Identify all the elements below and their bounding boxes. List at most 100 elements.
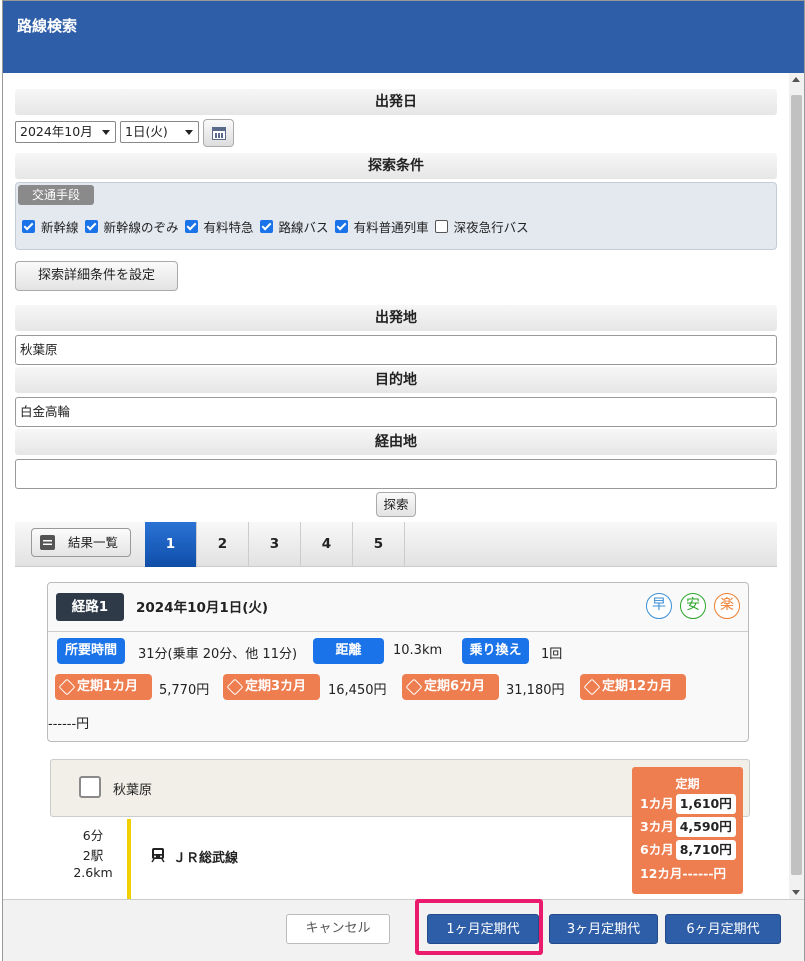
transport-tag: 交通手段 [18, 185, 95, 205]
fast-icon: 早 [646, 593, 672, 619]
via-heading: 経由地 [15, 429, 777, 455]
line-name: ＪＲ総武線 [173, 851, 239, 866]
station-square-icon [79, 776, 101, 798]
highlight-frame [415, 899, 543, 955]
fare-label-text: 定期3カ月 [245, 679, 307, 694]
pass-price: 4,590円 [675, 817, 736, 837]
departure-date-heading: 出発日 [15, 89, 777, 115]
result-tabs: 結果一覧 1 2 3 4 5 [15, 522, 777, 567]
commuter-pass-row: 6カ月 8,710円 [640, 840, 736, 860]
chevron-down-icon [102, 130, 110, 135]
cancel-button[interactable]: キャンセル [286, 914, 390, 944]
checkbox-label: 新幹線のぞみ [103, 220, 179, 235]
ticket-icon [58, 678, 76, 696]
time-value: 31分(乗車 20分、他 11分) [138, 647, 298, 662]
fare-label-text: 定期6カ月 [424, 679, 486, 694]
transfer-value: 1回 [541, 647, 563, 662]
ticket-icon [226, 678, 244, 696]
fare-label-1month: 定期1カ月 [55, 674, 152, 700]
fare-value-6month: 31,180円 [506, 683, 565, 698]
transport-filter-box: 交通手段 新幹線 新幹線のぞみ 有料特急 路線バス 有料普通列車 深夜急行バス [15, 182, 777, 250]
checkbox-bus[interactable] [259, 220, 273, 233]
pass-price: 1,610円 [675, 794, 736, 814]
scroll-down-icon[interactable] [792, 890, 800, 895]
checkbox-label: 新幹線 [41, 220, 79, 235]
search-conditions-heading: 探索条件 [15, 153, 777, 179]
commuter-pass-row: 3カ月 4,590円 [640, 817, 736, 837]
segment-distance: 2.6km [73, 865, 113, 880]
scroll-up-icon[interactable] [792, 77, 800, 82]
six-month-pass-button[interactable]: 6ヶ月定期代 [665, 914, 781, 944]
fare-value-1month: 5,770円 [159, 683, 210, 698]
cheap-icon: 安 [680, 593, 706, 619]
ticket-icon [583, 678, 601, 696]
result-list-label: 結果一覧 [68, 535, 119, 550]
pass-period: 6カ月 [640, 842, 674, 857]
calendar-icon [212, 127, 226, 140]
fare-label-text: 定期12カ月 [602, 679, 673, 694]
pass-price: ------円 [682, 866, 727, 881]
destination-input[interactable]: 白金高輪 [15, 397, 777, 427]
easy-icon: 楽 [714, 593, 740, 619]
tab-1[interactable]: 1 [145, 522, 197, 567]
list-icon [40, 535, 55, 550]
distance-value: 10.3km [393, 643, 443, 658]
checkbox-nozomi[interactable] [84, 220, 98, 233]
calendar-button[interactable] [203, 119, 234, 147]
checkbox-label: 有料特急 [203, 220, 254, 235]
dialog-title: 路線検索 [17, 17, 78, 35]
month-select-value: 2024年10月 [20, 124, 93, 139]
distance-label: 距離 [313, 638, 384, 664]
tab-2[interactable]: 2 [197, 522, 249, 567]
month-select[interactable]: 2024年10月 [15, 121, 116, 143]
checkbox-night-bus[interactable] [434, 220, 448, 233]
via-input[interactable] [15, 459, 777, 489]
transfer-label: 乗り換え [462, 638, 529, 664]
ticket-icon [405, 678, 423, 696]
route-summary-card: 経路1 2024年10月1日(火) 早 安 楽 所要時間 31分(乗車 20分、… [47, 582, 749, 742]
commuter-pass-row: 12カ月------円 [640, 864, 726, 884]
chevron-down-icon [185, 130, 193, 135]
destination-heading: 目的地 [15, 367, 777, 393]
search-button[interactable]: 探索 [376, 492, 416, 517]
pass-period: 3カ月 [640, 819, 674, 834]
day-select[interactable]: 1日(火) [120, 121, 199, 143]
route-search-dialog: 路線検索 出発日 2024年10月 1日(火) 探索条件 交通手段 新幹線 新幹… [2, 0, 805, 961]
dialog-header: 路線検索 [3, 1, 804, 73]
commuter-pass-title: 定期 [675, 777, 700, 791]
line-color-bar [127, 819, 131, 899]
divider [48, 631, 748, 632]
detail-conditions-button[interactable]: 探索詳細条件を設定 [15, 261, 178, 291]
fare-label-3month: 定期3カ月 [223, 674, 320, 700]
origin-input[interactable]: 秋葉原 [15, 335, 777, 365]
commuter-pass-box: 定期 1カ月 1,610円 3カ月 4,590円 6カ月 8,710円 12カ月---… [632, 767, 743, 894]
tab-5[interactable]: 5 [353, 522, 405, 567]
dialog-content[interactable]: 出発日 2024年10月 1日(火) 探索条件 交通手段 新幹線 新幹線のぞみ … [3, 73, 789, 899]
tab-3[interactable]: 3 [249, 522, 301, 567]
segment-minutes: 6分 [82, 828, 104, 843]
fare-label-text: 定期1カ月 [77, 679, 139, 694]
commuter-pass-row: 1カ月 1,610円 [640, 794, 736, 814]
pass-period: 1カ月 [640, 796, 674, 811]
fare-value-3month: 16,450円 [328, 683, 387, 698]
checkbox-paid-local[interactable] [334, 220, 348, 233]
time-label: 所要時間 [57, 638, 125, 664]
fare-label-6month: 定期6カ月 [402, 674, 499, 700]
scrollbar[interactable] [789, 73, 804, 899]
route-date: 2024年10月1日(火) [136, 600, 269, 616]
checkbox-shinkansen[interactable] [22, 220, 35, 233]
scroll-thumb[interactable] [791, 95, 802, 875]
tab-4[interactable]: 4 [301, 522, 353, 567]
checkbox-label: 有料普通列車 [353, 220, 429, 235]
pass-period: 12カ月 [640, 866, 683, 881]
origin-heading: 出発地 [15, 305, 777, 331]
checkbox-limited-express[interactable] [184, 220, 198, 233]
train-icon [151, 848, 165, 863]
three-month-pass-button[interactable]: 3ヶ月定期代 [549, 914, 658, 944]
transport-checkbox-row: 新幹線 新幹線のぞみ 有料特急 路線バス 有料普通列車 深夜急行バス [22, 217, 535, 236]
result-list-button[interactable]: 結果一覧 [31, 528, 131, 557]
segment-stations: 2駅 [82, 848, 104, 863]
dialog-footer: キャンセル 1ヶ月定期代 3ヶ月定期代 6ヶ月定期代 [3, 899, 804, 961]
checkbox-label: 路線バス [278, 220, 329, 235]
checkbox-label: 深夜急行バス [453, 220, 529, 235]
